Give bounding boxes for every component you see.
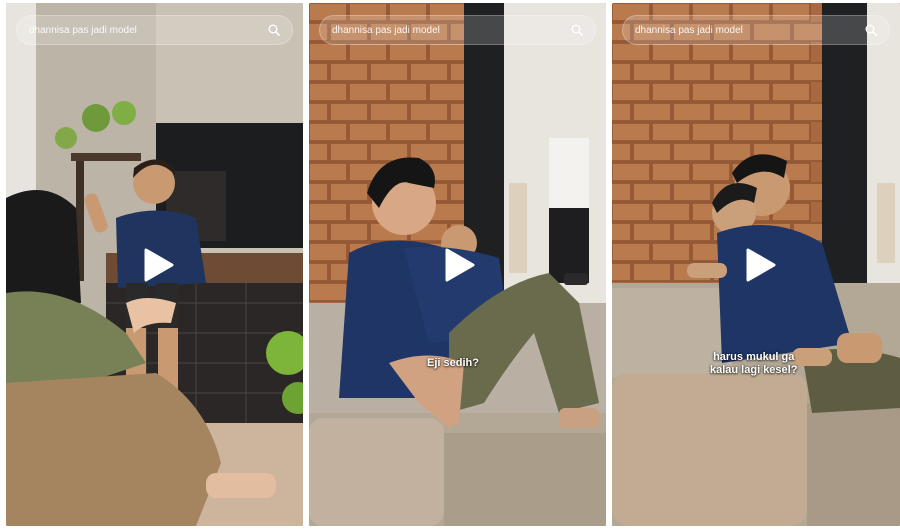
- play-icon[interactable]: [740, 245, 780, 285]
- video-caption: harus mukul ga kalau lagi kesel?: [710, 351, 797, 377]
- video-caption-line-1: harus mukul ga: [713, 351, 795, 363]
- search-query[interactable]: dhannisa pas jadi model: [635, 25, 861, 36]
- video-card-1[interactable]: dhannisa pas jadi model: [6, 3, 303, 526]
- search-icon[interactable]: [861, 20, 881, 40]
- play-icon[interactable]: [439, 245, 479, 285]
- search-bar[interactable]: dhannisa pas jadi model: [622, 15, 890, 45]
- search-query[interactable]: dhannisa pas jadi model: [332, 25, 567, 36]
- video-card-3[interactable]: dhannisa pas jadi model harus mukul ga k…: [612, 3, 900, 526]
- video-card-2[interactable]: dhannisa pas jadi model Eji sedih?: [309, 3, 606, 526]
- video-caption-line-2: kalau lagi kesel?: [710, 364, 798, 376]
- video-grid: dhannisa pas jadi model dhannisa pas jad…: [0, 0, 900, 529]
- search-bar[interactable]: dhannisa pas jadi model: [16, 15, 293, 45]
- play-icon[interactable]: [138, 245, 178, 285]
- video-caption: Eji sedih?: [427, 357, 479, 369]
- search-bar[interactable]: dhannisa pas jadi model: [319, 15, 596, 45]
- search-icon[interactable]: [264, 20, 284, 40]
- search-icon[interactable]: [567, 20, 587, 40]
- search-query[interactable]: dhannisa pas jadi model: [29, 25, 264, 36]
